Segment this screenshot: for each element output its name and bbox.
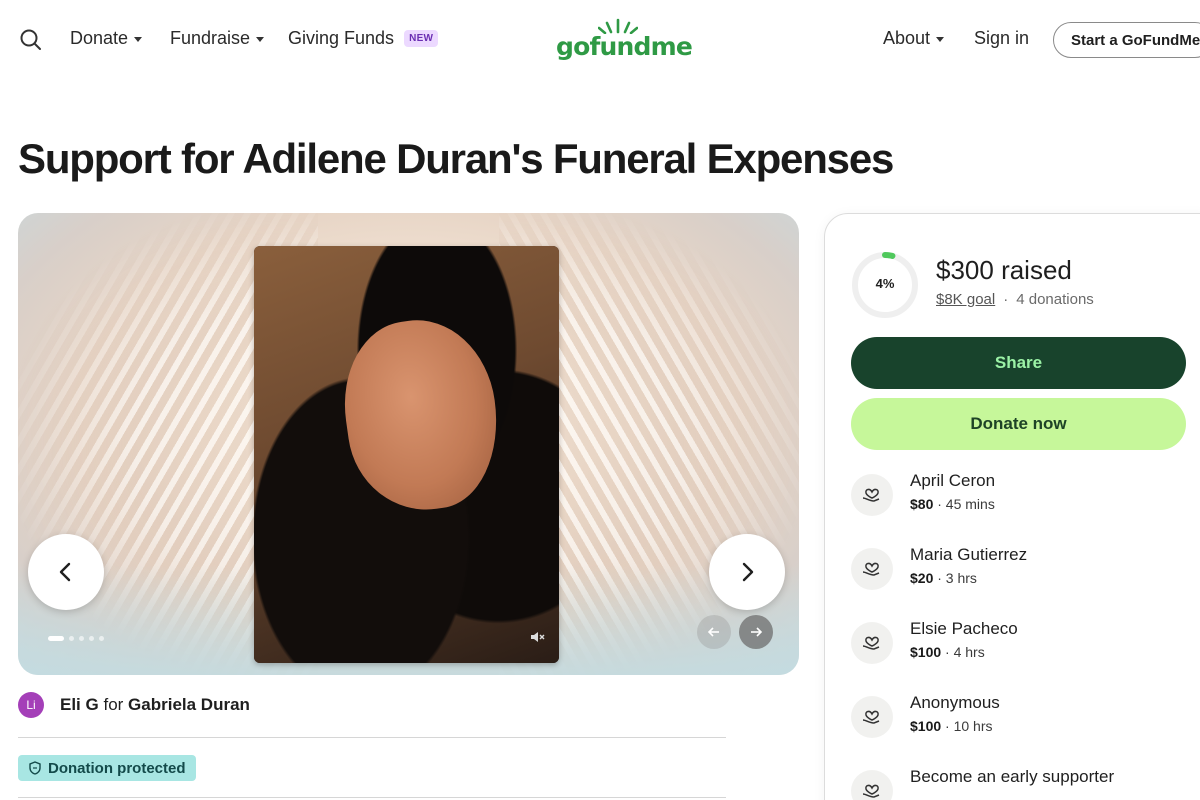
arrow-left-icon	[707, 627, 719, 637]
share-button[interactable]: Share	[851, 337, 1186, 389]
donor-amount: $80	[910, 496, 934, 512]
donation-count: 4 donations	[1016, 291, 1094, 308]
mute-icon[interactable]	[529, 629, 545, 645]
photo-next-button[interactable]	[739, 615, 773, 649]
gofundme-logo[interactable]: gofundme	[556, 18, 693, 62]
donor-meta: $20 · 3 hrs	[910, 570, 977, 586]
fundraiser-photo	[254, 246, 559, 663]
caret-down-icon	[134, 37, 143, 42]
site-header: Donate Fundraise Giving Funds NEW gofund…	[0, 0, 1200, 78]
amount-raised: $300 raised	[936, 255, 1072, 285]
goal-separator: ·	[1003, 291, 1009, 308]
heart-hand-icon	[851, 770, 893, 800]
donor-time: · 10 hrs	[945, 718, 993, 734]
shield-icon	[29, 761, 41, 775]
nav-giving-funds[interactable]: Giving Funds NEW	[288, 28, 439, 49]
donor-time: · 3 hrs	[937, 570, 977, 586]
donor-time: · 45 mins	[937, 496, 995, 512]
organizer-avatar[interactable]: Li	[18, 692, 44, 718]
organizer-text: Eli G for Gabriela Duran	[60, 695, 250, 715]
logo-wordmark: gofundme	[556, 32, 693, 61]
page-title: Support for Adilene Duran's Funeral Expe…	[18, 135, 894, 182]
goal-line: $8K goal · 4 donations	[936, 291, 1094, 308]
gallery-next-button[interactable]	[709, 534, 785, 610]
nav-giving-funds-label: Giving Funds	[288, 28, 395, 48]
start-gofundme-button[interactable]: Start a GoFundMe	[1053, 22, 1200, 58]
donor-item: Anonymous $100 · 10 hrs	[851, 690, 1191, 740]
donor-name: April Ceron	[910, 471, 996, 490]
early-supporter-title: Become an early supporter	[910, 767, 1115, 786]
gallery-prev-button[interactable]	[28, 534, 104, 610]
photo-gallery[interactable]	[18, 213, 799, 675]
gallery-dot[interactable]	[99, 636, 104, 641]
donor-amount: $20	[910, 570, 934, 586]
progress-percent: 4%	[875, 276, 895, 291]
heart-hand-icon	[851, 548, 893, 590]
donor-item: Maria Gutierrez $20 · 3 hrs	[851, 542, 1191, 592]
search-icon	[20, 29, 41, 50]
organizer-for: for	[103, 695, 124, 714]
nav-sign-in[interactable]: Sign in	[974, 28, 1029, 49]
heart-hand-icon	[851, 696, 893, 738]
search-button[interactable]	[18, 27, 44, 53]
nav-sign-in-label: Sign in	[974, 28, 1030, 48]
early-supporter-item: Become an early supporter	[851, 764, 1191, 800]
donor-name: Maria Gutierrez	[910, 545, 1028, 564]
donation-protected-label: Donation protected	[48, 759, 186, 777]
gallery-dot[interactable]	[79, 636, 84, 641]
photo-prev-button[interactable]	[697, 615, 731, 649]
donor-name: Elsie Pacheco	[910, 619, 1018, 638]
caret-down-icon	[256, 37, 265, 42]
chevron-left-icon	[59, 562, 71, 582]
heart-hand-icon	[851, 474, 893, 516]
goal-link[interactable]: $8K goal	[936, 291, 995, 308]
nav-fundraise[interactable]: Fundraise	[170, 28, 265, 49]
nav-about-label: About	[883, 28, 931, 48]
nav-fundraise-label: Fundraise	[170, 28, 251, 48]
donor-meta: $100 · 10 hrs	[910, 718, 993, 734]
gallery-pagination	[48, 636, 104, 641]
nav-about[interactable]: About	[883, 28, 945, 49]
new-badge: NEW	[404, 30, 439, 47]
nav-donate-label: Donate	[70, 28, 129, 48]
organizer-name[interactable]: Eli G	[60, 695, 99, 714]
chevron-right-icon	[742, 562, 754, 582]
divider	[18, 797, 726, 798]
caret-down-icon	[936, 37, 945, 42]
donor-item: Elsie Pacheco $100 · 4 hrs	[851, 616, 1191, 666]
nav-donate[interactable]: Donate	[70, 28, 143, 49]
heart-hand-icon	[851, 622, 893, 664]
donor-amount: $100	[910, 718, 942, 734]
donor-name: Anonymous	[910, 693, 1000, 712]
donate-now-button[interactable]: Donate now	[851, 398, 1186, 450]
donation-protected-badge[interactable]: Donation protected	[18, 755, 196, 781]
arrow-right-icon	[751, 627, 763, 637]
donor-amount: $100	[910, 644, 942, 660]
donor-item: April Ceron $80 · 45 mins	[851, 468, 1191, 518]
beneficiary-name[interactable]: Gabriela Duran	[128, 695, 250, 714]
gallery-dot[interactable]	[89, 636, 94, 641]
donor-meta: $100 · 4 hrs	[910, 644, 985, 660]
divider	[18, 737, 726, 738]
donor-time: · 4 hrs	[945, 644, 985, 660]
donor-meta: $80 · 45 mins	[910, 496, 995, 512]
gallery-dot[interactable]	[48, 636, 64, 641]
gallery-dot[interactable]	[69, 636, 74, 641]
organizer-line: Li Eli G for Gabriela Duran	[18, 692, 250, 718]
